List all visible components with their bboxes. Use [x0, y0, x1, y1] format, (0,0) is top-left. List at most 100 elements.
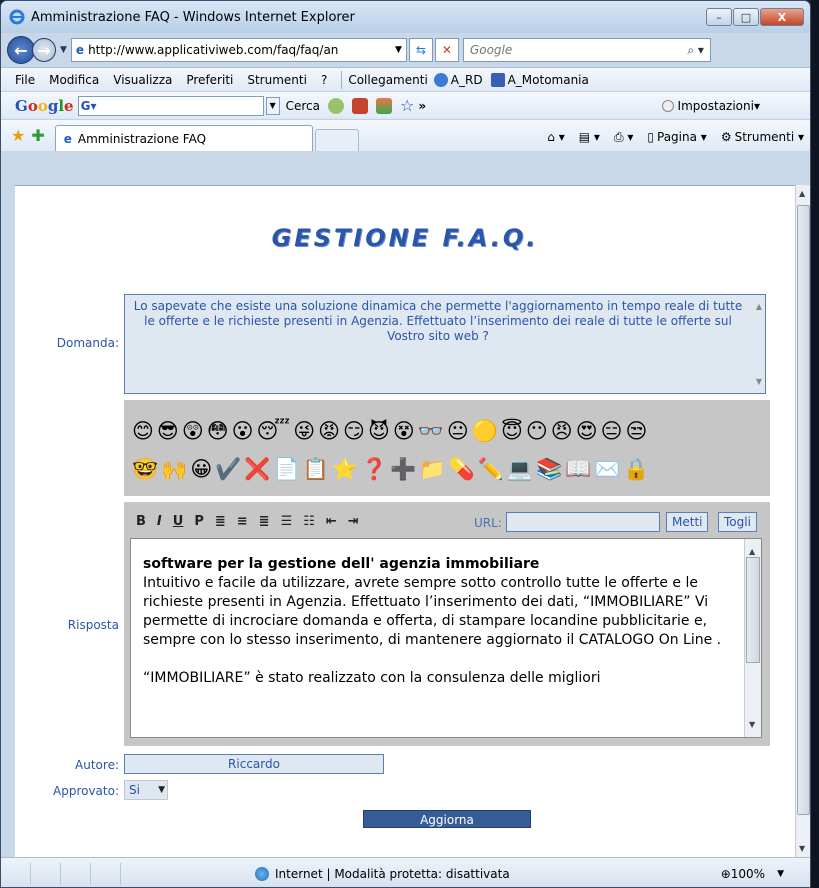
url-dropdown-icon[interactable]: ▼ [395, 45, 402, 55]
emoticon-icon[interactable]: 😠 [551, 419, 573, 443]
favorites-star-icon[interactable]: ★ [11, 126, 25, 145]
autore-input[interactable]: Riccardo [124, 754, 384, 774]
url-field[interactable]: e http://www.applicativiweb.com/faq/faq/… [70, 38, 407, 62]
metti-button[interactable]: Metti [666, 512, 709, 532]
tools-menu[interactable]: ⚙ Strumenti ▾ [721, 130, 804, 144]
menu-visualizza[interactable]: Visualizza [113, 73, 172, 87]
emoticon-icon[interactable]: 💻 [507, 457, 533, 481]
scroll-down-icon[interactable]: ▼ [749, 715, 755, 734]
emoticon-icon[interactable]: 😊 [132, 419, 154, 443]
emoticon-icon[interactable]: ✔️ [215, 457, 241, 481]
forward-button[interactable]: → [32, 38, 56, 62]
flower-icon[interactable] [327, 97, 344, 114]
emoticon-icon[interactable]: ➕ [390, 457, 416, 481]
url-text[interactable]: http://www.applicativiweb.com/faq/faq/an [88, 43, 395, 57]
emoticon-icon[interactable]: 😵 [393, 419, 415, 443]
editor-scroll-thumb[interactable] [746, 557, 760, 663]
search-icon[interactable]: ⌕ ▾ [687, 43, 704, 58]
togli-button[interactable]: Togli [718, 512, 757, 532]
emoticon-icon[interactable]: ❌ [244, 457, 270, 481]
emoticon-icon[interactable]: 😶 [526, 419, 548, 443]
align-left-icon[interactable]: ≣ [215, 514, 226, 529]
history-dropdown-icon[interactable]: ▼ [60, 45, 67, 55]
ordered-list-icon[interactable]: ☰ [281, 514, 293, 529]
align-right-icon[interactable]: ≣ [259, 514, 270, 529]
align-center-icon[interactable]: ≡ [237, 514, 248, 529]
scroll-up-icon[interactable]: ▲ [756, 299, 762, 314]
emoticon-icon[interactable]: 😇 [501, 419, 523, 443]
emoticon-icon[interactable]: ⭐ [332, 457, 358, 481]
emoticon-icon[interactable]: 📄 [274, 457, 300, 481]
maximize-button[interactable]: □ [733, 8, 759, 26]
emoticon-icon[interactable]: 😳 [207, 419, 229, 443]
emoticon-icon[interactable]: ❓ [361, 457, 387, 481]
link-a-motomania[interactable]: A_Motomania [490, 72, 589, 87]
emoticon-icon[interactable]: 📖 [565, 457, 591, 481]
emoticon-icon[interactable]: ✏️ [478, 457, 504, 481]
youtube-icon[interactable] [351, 97, 368, 114]
scroll-up-icon[interactable]: ▲ [799, 189, 805, 198]
scroll-down-icon[interactable]: ▼ [799, 844, 805, 853]
url-input[interactable] [506, 512, 660, 532]
emoticon-icon[interactable]: 😴 [257, 419, 291, 443]
risposta-textarea[interactable]: software per la gestione dell' agenzia i… [130, 538, 762, 738]
emoticon-icon[interactable]: 💊 [448, 457, 474, 481]
emoticon-icon[interactable]: 😍 [576, 419, 598, 443]
emoticon-icon[interactable]: 🔒 [623, 457, 649, 481]
paragraph-button[interactable]: P [194, 514, 204, 529]
underline-button[interactable]: U [173, 514, 184, 529]
aggiorna-button[interactable]: Aggiorna [363, 810, 531, 828]
google-search-input[interactable]: G▾ [77, 95, 264, 116]
emoticon-icon[interactable]: 😈 [368, 419, 390, 443]
star-icon[interactable]: ☆ [400, 96, 414, 115]
menu-modifica[interactable]: Modifica [49, 73, 99, 87]
emoticon-icon[interactable]: 😐 [447, 419, 469, 443]
zoom-control[interactable]: ⊕ 100% ▼ [721, 867, 784, 881]
editor-scrollbar[interactable]: ▲ ▼ [744, 539, 761, 737]
bookmarks-icon[interactable] [375, 97, 392, 114]
page-menu[interactable]: ▯ Pagina ▾ [647, 130, 706, 144]
emoticon-icon[interactable]: 🤓 [132, 457, 158, 481]
bold-button[interactable]: B [136, 514, 146, 529]
approvato-select[interactable]: Si ▼ [124, 780, 168, 800]
unordered-list-icon[interactable]: ☷ [303, 514, 315, 529]
menu-file[interactable]: File [15, 73, 35, 87]
italic-button[interactable]: I [157, 514, 162, 529]
settings-button[interactable]: Impostazioni ▾ [661, 99, 760, 113]
link-a-rd[interactable]: A_RD [433, 72, 483, 87]
emoticon-icon[interactable]: 👓 [418, 419, 444, 443]
indent-icon[interactable]: ⇥ [348, 514, 359, 529]
tab-amministrazione-faq[interactable]: e Amministrazione FAQ [54, 125, 313, 151]
emoticon-icon[interactable]: 😀 [190, 457, 212, 481]
feeds-button[interactable]: ▤ ▾ [579, 130, 600, 144]
menu-preferiti[interactable]: Preferiti [186, 73, 233, 87]
page-scrollbar[interactable]: ▲ ▼ [795, 185, 810, 857]
scroll-down-icon[interactable]: ▼ [756, 374, 762, 389]
menu-help[interactable]: ? [321, 73, 327, 87]
emoticon-icon[interactable]: 🟡 [472, 419, 498, 443]
google-dropdown-icon[interactable]: ▼ [265, 96, 280, 115]
close-button[interactable]: X [760, 8, 804, 26]
emoticon-icon[interactable]: 🙌 [161, 457, 187, 481]
security-zone[interactable]: Internet | Modalità protetta: disattivat… [255, 866, 510, 881]
emoticon-icon[interactable]: 😜 [293, 419, 315, 443]
more-icon[interactable]: » [418, 99, 426, 113]
search-field[interactable]: Google ⌕ ▾ [462, 38, 711, 62]
outdent-icon[interactable]: ⇤ [326, 514, 337, 529]
emoticon-icon[interactable]: ✉️ [594, 457, 620, 481]
google-search-button[interactable]: Cerca [286, 99, 320, 113]
emoticon-icon[interactable]: 📁 [419, 457, 445, 481]
emoticon-icon[interactable]: 😒 [626, 419, 648, 443]
emoticon-icon[interactable]: 😏 [343, 419, 365, 443]
back-button[interactable]: ← [7, 36, 35, 64]
home-button[interactable]: ⌂ ▾ [547, 130, 564, 144]
new-tab-button[interactable] [314, 129, 359, 151]
minimize-button[interactable]: – [706, 8, 732, 26]
emoticon-icon[interactable]: 😮 [232, 419, 254, 443]
emoticon-icon[interactable]: 😎 [157, 419, 179, 443]
add-favorite-icon[interactable]: ✚ [31, 126, 44, 145]
refresh-button[interactable]: ⇆ [408, 38, 433, 62]
print-button[interactable]: ⎙ ▾ [614, 130, 633, 145]
scroll-thumb[interactable] [797, 205, 810, 815]
menu-strumenti[interactable]: Strumenti [247, 73, 307, 87]
